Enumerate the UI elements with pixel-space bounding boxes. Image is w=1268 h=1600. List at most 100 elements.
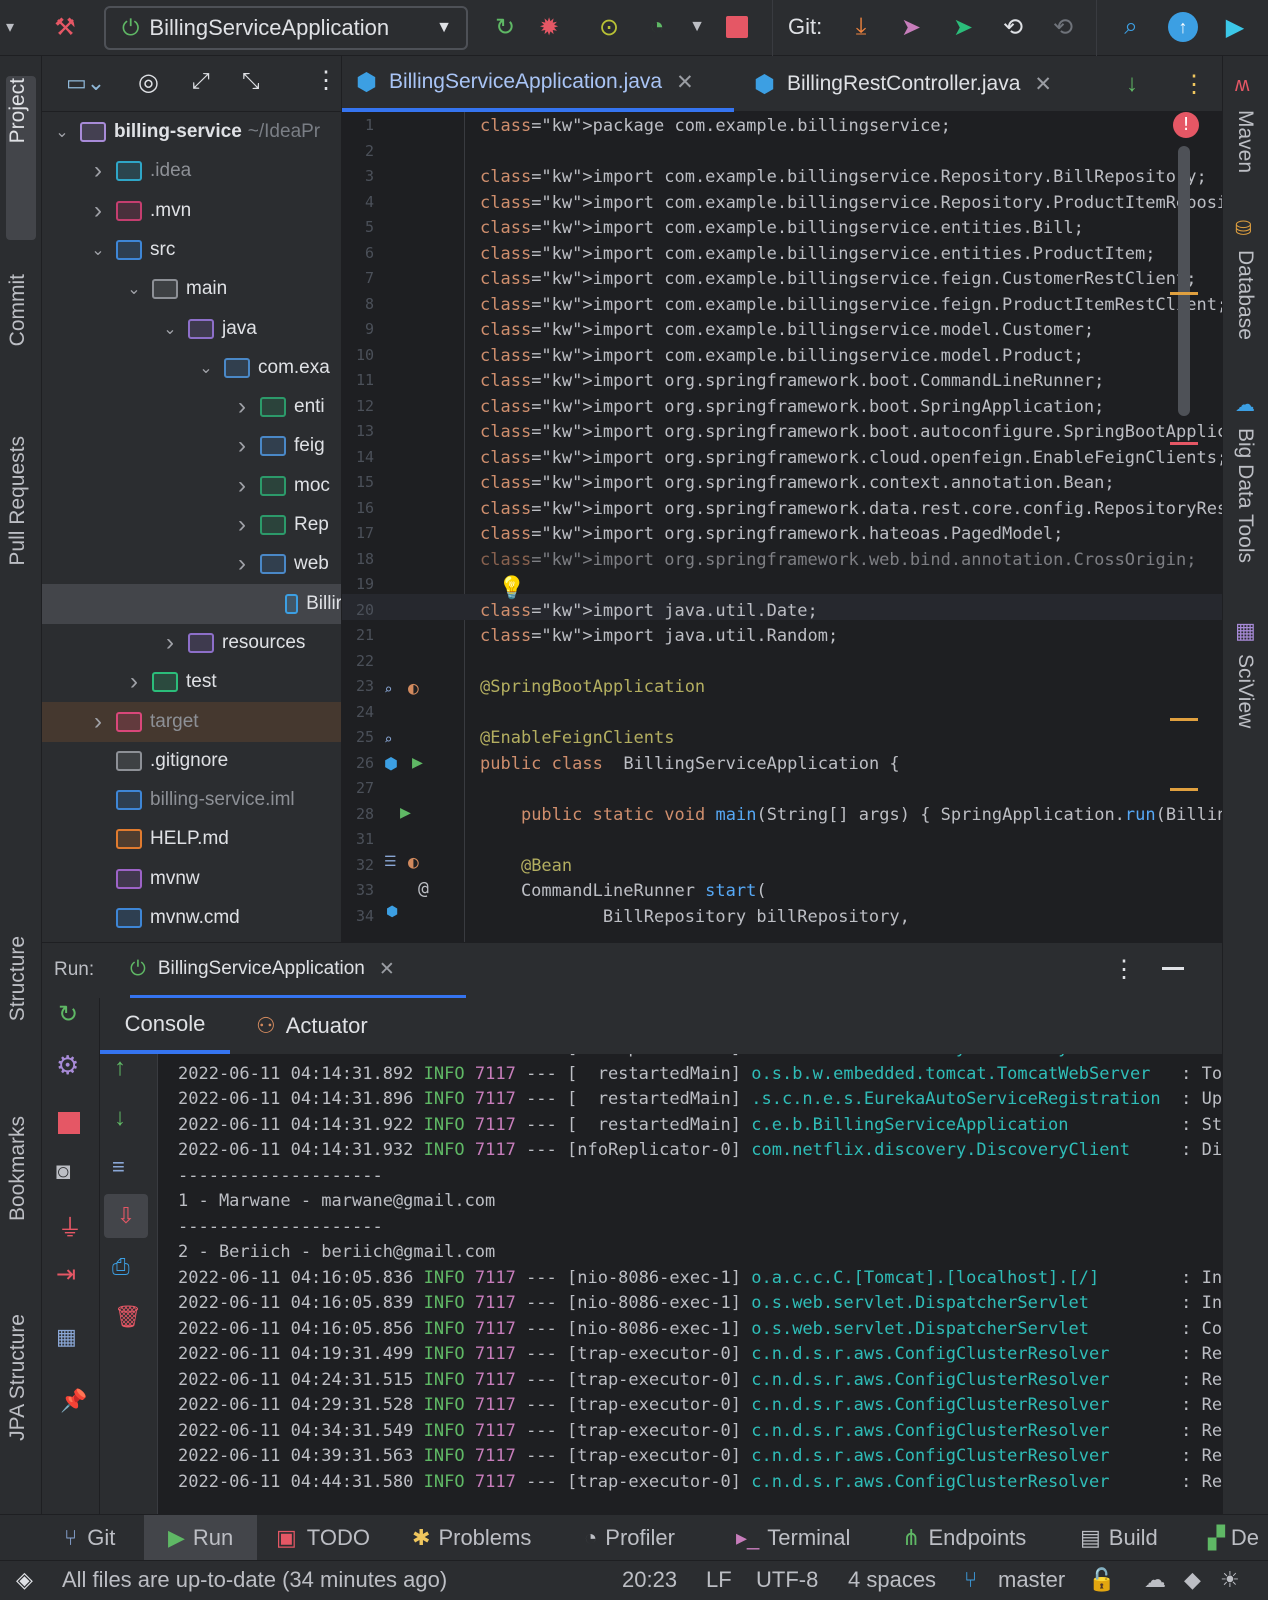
status-message[interactable]: All files are up-to-date (34 minutes ago… xyxy=(62,1567,447,1593)
run-coverage-icon[interactable]: ⊙ xyxy=(592,10,626,44)
close-icon[interactable]: ✕ xyxy=(1034,72,1052,97)
tool-tab-todo[interactable]: ▣ TODO xyxy=(276,1515,370,1561)
tool-tab-database[interactable]: Database xyxy=(1233,250,1257,340)
code-editor[interactable]: 1 class="kw">package com.example.billings… xyxy=(342,112,1222,942)
tool-tab-sciview[interactable]: SciView xyxy=(1233,654,1257,728)
chevron-down-icon[interactable]: ⌄ xyxy=(160,319,180,339)
tab-billing-service-application[interactable]: ⬢ BillingServiceApplication.java ✕ xyxy=(342,56,734,112)
folder-view-icon[interactable]: ▭⌄ xyxy=(66,70,105,96)
caret-position[interactable]: 20:23 xyxy=(622,1567,677,1593)
tool-tab-dependencies[interactable]: ▞ De xyxy=(1208,1515,1259,1561)
scroll-up-icon[interactable]: ↑ xyxy=(114,1054,126,1082)
settings-gear-icon[interactable]: ⚙ xyxy=(56,1050,79,1081)
rerun-icon[interactable]: ↻ xyxy=(58,1000,78,1029)
tree-item[interactable]: .gitignore xyxy=(42,741,341,781)
tree-item[interactable]: mvnw xyxy=(42,859,341,899)
tree-item[interactable]: ⌄ com.exa xyxy=(42,348,341,388)
intention-bulb-icon[interactable]: 💡 xyxy=(498,576,525,601)
autowired-icon[interactable]: @ xyxy=(418,878,429,899)
tree-item[interactable]: ⌄ src xyxy=(42,230,341,270)
tool-tab-endpoints[interactable]: ⋔ Endpoints xyxy=(902,1515,1026,1561)
tool-tab-project[interactable]: Project xyxy=(6,78,30,143)
git-push-icon[interactable]: ➤ xyxy=(894,10,928,44)
plug-icon[interactable]: ⏚ xyxy=(58,1208,82,1243)
update-available-icon[interactable]: ↑ xyxy=(1166,10,1200,44)
locate-target-icon[interactable]: ◎ xyxy=(138,68,159,97)
tree-item[interactable]: HELP.md xyxy=(42,819,341,859)
spring-config-icon[interactable]: ⬢ xyxy=(384,754,398,773)
lock-icon[interactable]: 🔓 xyxy=(1088,1567,1115,1593)
tool-tab-profiler[interactable]: ◔ Profiler xyxy=(584,1515,675,1561)
collapse-all-icon[interactable]: ⤡ xyxy=(242,68,260,94)
inspection-icon[interactable]: ☁ xyxy=(1144,1567,1166,1593)
implementation-search-icon[interactable]: ⌕ xyxy=(384,682,392,698)
chevron-right-icon[interactable]: › xyxy=(232,550,252,578)
more-options-icon[interactable]: ⋮ xyxy=(314,66,338,95)
chevron-right-icon[interactable]: › xyxy=(88,157,108,185)
trash-icon[interactable]: 🗑 xyxy=(114,1304,142,1330)
rerun-icon[interactable]: ↻ xyxy=(488,10,522,44)
soft-wrap-icon[interactable]: ≡ xyxy=(112,1154,125,1180)
tool-tab-git[interactable]: ⑂ Git xyxy=(64,1515,115,1561)
plugin-icon[interactable]: ◆ xyxy=(1184,1567,1201,1593)
scroll-to-end-icon[interactable]: ⇩ xyxy=(104,1194,148,1238)
chevron-right-icon[interactable]: › xyxy=(160,629,180,657)
run-gutter-icon[interactable]: ▶ xyxy=(412,752,423,773)
console-output[interactable]: 2022-06-11 04:14:31.833 INFO 7117 --- [n… xyxy=(158,1054,1222,1514)
camera-icon[interactable]: ◙ xyxy=(56,1158,71,1186)
file-encoding[interactable]: UTF-8 xyxy=(756,1567,818,1593)
tree-item[interactable]: › Rep xyxy=(42,505,341,545)
tab-actuator[interactable]: ⚇ Actuator xyxy=(256,998,368,1054)
tree-item[interactable]: › resources xyxy=(42,623,341,663)
stop-icon[interactable] xyxy=(720,10,754,44)
implementation-search-icon[interactable]: ⌕ xyxy=(384,732,392,748)
chevron-right-icon[interactable]: › xyxy=(232,511,252,539)
run-tab-billing-service-application[interactable]: ⏻ BillingServiceApplication ✕ xyxy=(130,943,466,999)
chevron-right-icon[interactable]: › xyxy=(124,668,144,696)
profiler-icon[interactable]: ◔ xyxy=(640,10,674,44)
close-icon[interactable]: ✕ xyxy=(379,958,395,981)
chevron-down-icon[interactable]: ⌄ xyxy=(52,122,72,142)
indent-setting[interactable]: 4 spaces xyxy=(848,1567,936,1593)
git-commit-icon[interactable]: ➤ xyxy=(946,10,980,44)
tool-tab-maven[interactable]: Maven xyxy=(1233,110,1257,173)
tree-item[interactable]: ⌄ main xyxy=(42,269,341,309)
chevron-right-icon[interactable]: › xyxy=(88,197,108,225)
run-configuration-selector[interactable]: ⏻ BillingServiceApplication ▼ xyxy=(104,6,468,50)
chevron-down-icon[interactable]: ⌄ xyxy=(124,279,144,299)
tree-item[interactable]: › web xyxy=(42,544,341,584)
pin-icon[interactable]: 📌 xyxy=(60,1388,87,1414)
debug-bug-icon[interactable]: ✹ xyxy=(532,10,566,44)
tree-item[interactable]: mvnw.cmd xyxy=(42,898,341,938)
layers-icon[interactable]: ◈ xyxy=(16,1567,33,1593)
tree-item[interactable]: › moc xyxy=(42,466,341,506)
spring-bean-icon[interactable]: ◐ xyxy=(408,852,419,873)
recent-files-down-icon[interactable]: ↓ xyxy=(1126,56,1138,112)
tool-tab-bookmarks[interactable]: Bookmarks xyxy=(6,1116,30,1221)
tree-item[interactable]: › .mvn xyxy=(42,191,341,231)
chevron-right-icon[interactable]: › xyxy=(232,393,252,421)
tree-item[interactable]: Billir xyxy=(42,583,341,624)
build-hammer-icon[interactable]: ⚒ xyxy=(48,10,82,44)
chevron-right-icon[interactable]: › xyxy=(232,432,252,460)
tree-item[interactable]: › test xyxy=(42,662,341,702)
tool-tab-terminal[interactable]: ▸_ Terminal xyxy=(736,1515,850,1561)
tree-item[interactable]: billing-service.iml xyxy=(42,780,341,820)
tool-tab-jpa-structure[interactable]: JPA Structure xyxy=(6,1314,30,1441)
chevron-right-icon[interactable]: › xyxy=(88,708,108,736)
tree-item[interactable]: › .idea xyxy=(42,151,341,191)
chevron-down-icon[interactable]: ⌄ xyxy=(196,358,216,378)
tab-console[interactable]: Console xyxy=(100,998,230,1054)
close-icon[interactable]: ✕ xyxy=(676,70,694,95)
git-history-icon[interactable]: ⟲ xyxy=(996,10,1030,44)
git-rollback-icon[interactable]: ⟲ xyxy=(1046,10,1080,44)
tool-tab-structure[interactable]: Structure xyxy=(6,936,30,1021)
error-indicator-icon[interactable]: ! xyxy=(1173,112,1199,138)
tool-tab-run[interactable]: ▶ Run xyxy=(144,1515,258,1561)
stop-icon[interactable] xyxy=(58,1112,80,1134)
spring-bean-icon[interactable]: ⬢ xyxy=(386,904,398,920)
search-icon[interactable]: ⌕ xyxy=(1114,10,1148,44)
print-icon[interactable]: ⎙ xyxy=(112,1254,130,1280)
git-branch[interactable]: master xyxy=(998,1567,1065,1593)
editor-scrollbar[interactable] xyxy=(1178,146,1190,416)
